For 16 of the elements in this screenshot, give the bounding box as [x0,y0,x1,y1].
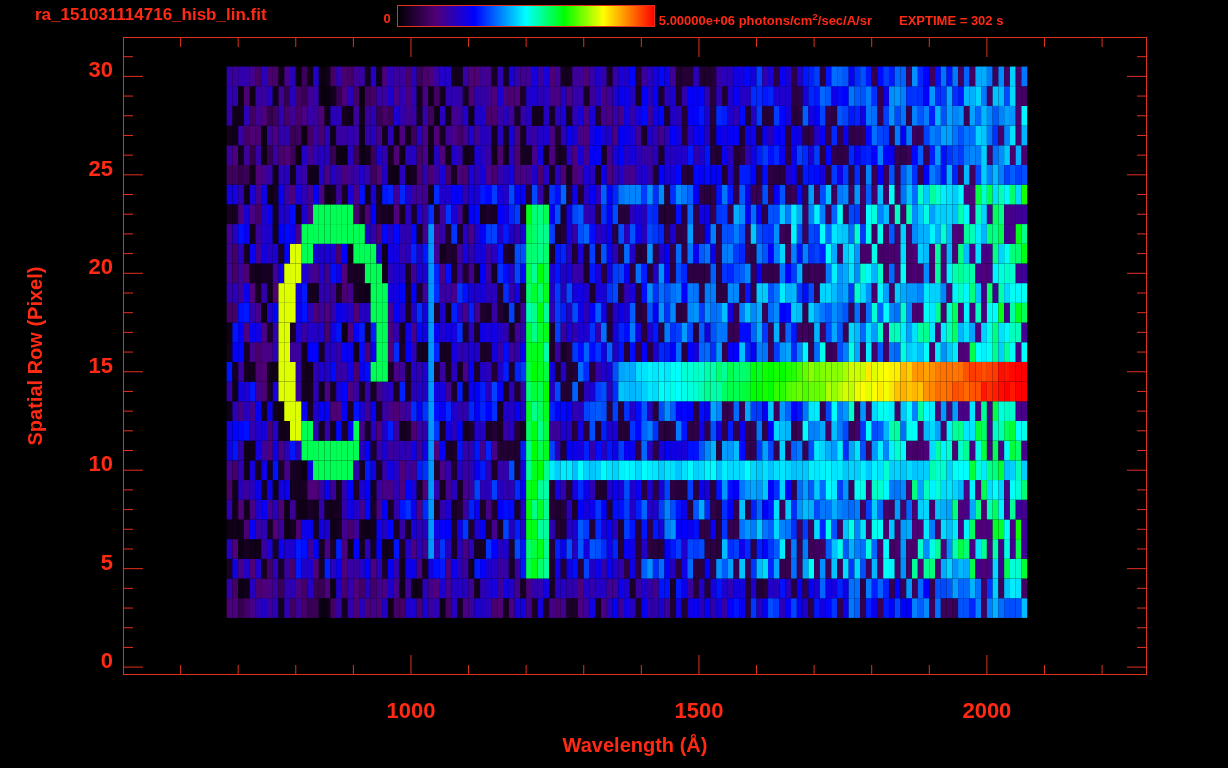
y-tick-label: 5 [100,551,113,574]
x-axis-label: Wavelength (Å) [562,735,708,755]
colorbar-min-label: 0 [383,12,391,25]
y-axis-label: Spatial Row (Pixel) [23,266,47,446]
y-tick-label: 0 [100,650,113,673]
x-tick-label: 1000 [386,700,436,722]
colorbar-max-label: 5.00000e+06 photons/cm$^{2}$/sec/A/sr [658,14,872,27]
y-tick-label: 25 [88,157,113,180]
y-tick-label: 30 [88,59,113,82]
file-title: ra_151031114716_hisb_lin.fit [35,6,267,23]
y-tick-label: 20 [88,256,113,279]
y-tick-label: 10 [88,453,113,476]
x-tick-label: 1500 [674,700,724,722]
y-tick-label: 15 [88,354,113,377]
x-tick-label: 2000 [962,700,1012,722]
exposure-time: EXPTIME = 302 s [899,14,1004,27]
